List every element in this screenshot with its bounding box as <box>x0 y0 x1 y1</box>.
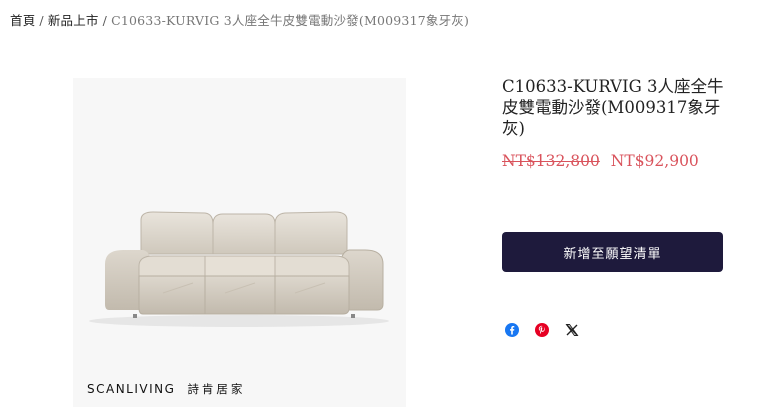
facebook-icon[interactable] <box>505 322 519 337</box>
breadcrumb-home[interactable]: 首頁 <box>10 13 35 28</box>
breadcrumb-separator: / <box>39 13 44 28</box>
breadcrumb-current: C10633-KURVIG 3人座全牛皮雙電動沙發(M009317象牙灰) <box>111 13 470 28</box>
breadcrumb-separator: / <box>102 13 108 28</box>
sale-price: NT$92,900 <box>610 152 699 170</box>
product-image[interactable]: SCANLIVING 詩肯居家 <box>73 78 406 407</box>
brand-name: SCANLIVING <box>87 382 176 396</box>
breadcrumb-category[interactable]: 新品上市 <box>48 13 99 28</box>
x-icon[interactable] <box>565 322 579 336</box>
product-title: C10633-KURVIG 3人座全牛皮雙電動沙發(M009317象牙灰) <box>502 77 724 138</box>
breadcrumb: 首頁 / 新品上市 / C10633-KURVIG 3人座全牛皮雙電動沙發(M00931… <box>10 10 469 29</box>
share-links <box>505 322 579 337</box>
sofa-image <box>89 211 389 327</box>
add-to-wishlist-button[interactable]: 新增至願望清單 <box>502 232 723 272</box>
brand-logo: SCANLIVING 詩肯居家 <box>87 381 245 397</box>
price-block: NT$132,800 NT$92,900 <box>502 152 699 170</box>
pinterest-icon[interactable] <box>535 322 549 337</box>
brand-chinese-name: 詩肯居家 <box>187 382 246 396</box>
original-price: NT$132,800 <box>502 152 600 170</box>
